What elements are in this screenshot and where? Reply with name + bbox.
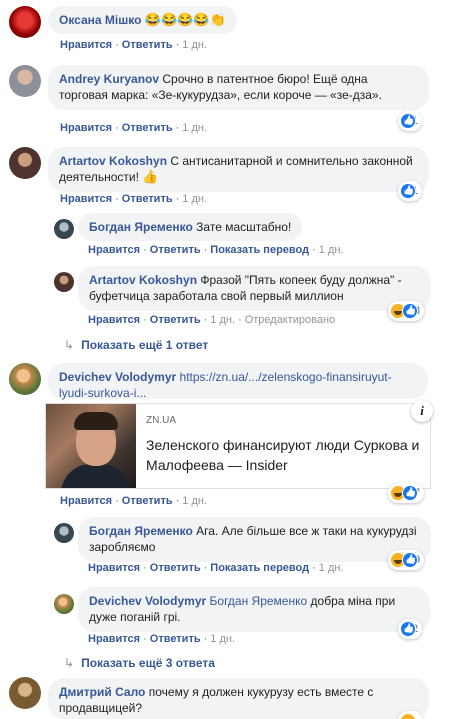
comment-author[interactable]: Devichev Volodymyr — [89, 594, 206, 608]
comment-actions: Нравится · Ответить · 1 дн. — [60, 39, 208, 51]
show-more-replies-label: Показать ещё 1 ответ — [81, 338, 209, 352]
avatar[interactable] — [9, 363, 41, 395]
timestamp[interactable]: 1 дн. — [319, 562, 344, 574]
reply-arrow-icon: ↳ — [64, 338, 75, 352]
like-button[interactable]: Нравится — [60, 495, 112, 507]
comment-author[interactable]: Artartov Kokoshyn — [89, 273, 197, 287]
info-icon[interactable]: i — [411, 400, 433, 422]
translate-button[interactable]: Показать перевод — [210, 562, 309, 574]
show-more-replies-link[interactable]: ↳ Показать ещё 1 ответ — [64, 338, 208, 352]
avatar[interactable] — [54, 523, 74, 543]
link-domain: ZN.UA — [146, 415, 176, 426]
comment-author[interactable]: Andrey Kuryanov — [59, 72, 159, 86]
reply-button[interactable]: Ответить — [122, 39, 173, 51]
reaction-summary[interactable]: 1 — [398, 111, 423, 131]
reply-bubble: Богдан Яременко Ага. Але більше все ж та… — [78, 517, 431, 562]
translate-button[interactable]: Показать перевод — [210, 244, 309, 256]
like-button[interactable]: Нравится — [60, 193, 112, 205]
like-reaction-icon — [402, 552, 418, 568]
reply-button[interactable]: Ответить — [122, 122, 173, 134]
like-button[interactable]: Нравится — [88, 244, 140, 256]
reply-button[interactable]: Ответить — [122, 495, 173, 507]
comment-actions: Нравится · Ответить · 1 дн. — [88, 633, 236, 645]
mention-link[interactable]: Богдан Яременко — [210, 594, 308, 608]
comment-author[interactable]: Богдан Яременко — [89, 220, 193, 234]
comment-actions: Нравится · Ответить · 1 дн. · Отредактировано — [88, 314, 336, 326]
like-button[interactable]: Нравится — [60, 122, 112, 134]
like-reaction-icon — [402, 485, 418, 501]
timestamp[interactable]: 1 дн. — [319, 244, 344, 256]
reply-button[interactable]: Ответить — [150, 562, 201, 574]
link-title: Зеленского финансируют люди Суркова и Ма… — [146, 437, 420, 473]
comment-text: Зате масштабно! — [196, 220, 292, 234]
reply-bubble: Artartov Kokoshyn Фразой "Пять копеек бу… — [78, 266, 431, 311]
like-reaction-icon — [400, 113, 416, 129]
timestamp[interactable]: 1 дн. — [182, 193, 207, 205]
timestamp[interactable]: 1 дн. — [182, 39, 207, 51]
like-reaction-icon — [400, 621, 416, 637]
comment-actions: Нравится · Ответить · 1 дн. — [60, 495, 208, 507]
timestamp[interactable]: 1 дн. — [210, 633, 235, 645]
reaction-summary[interactable]: 9 — [388, 550, 425, 570]
comment-author[interactable]: Оксана Мішко — [59, 13, 141, 27]
show-more-replies-label: Показать ещё 3 ответа — [81, 656, 215, 670]
reply-button[interactable]: Ответить — [150, 633, 201, 645]
avatar[interactable] — [54, 272, 74, 292]
like-reaction-icon — [400, 183, 416, 199]
avatar[interactable] — [9, 6, 41, 38]
link-preview-card[interactable]: ZN.UA Зеленского финансируют люди Сурков… — [45, 403, 431, 489]
like-button[interactable]: Нравится — [88, 314, 140, 326]
laughing-emoji-icon: 😂😂😂😂👏 — [144, 12, 226, 27]
show-more-replies-link[interactable]: ↳ Показать ещё 3 ответа — [64, 656, 215, 670]
reply-bubble: Богдан Яременко Зате масштабно! — [78, 213, 303, 241]
avatar[interactable] — [54, 594, 74, 614]
like-button[interactable]: Нравится — [60, 39, 112, 51]
comment-author[interactable]: Дмитрий Сало — [59, 685, 145, 699]
comment-bubble: Artartov Kokoshyn С антисанитарной и сом… — [48, 147, 429, 192]
haha-reaction-icon — [400, 713, 416, 719]
comment-actions: Нравится · Ответить · Показать перевод · 1 дн. — [88, 562, 344, 574]
comment-bubble: Andrey Kuryanov Срочно в патентное бюро!… — [48, 65, 429, 110]
timestamp[interactable]: 1 дн. — [210, 314, 235, 326]
reaction-summary[interactable]: 3 — [388, 301, 425, 321]
reaction-summary[interactable]: 1 — [398, 181, 423, 201]
comment-author[interactable]: Artartov Kokoshyn — [59, 154, 167, 168]
reply-bubble: Devichev Volodymyr Богдан Яременко добра… — [78, 587, 430, 632]
comment-bubble: Оксана Мішко 😂😂😂😂👏 — [48, 6, 237, 34]
avatar[interactable] — [9, 147, 41, 179]
comment-author[interactable]: Богдан Яременко — [89, 524, 193, 538]
comment-actions: Нравится · Ответить · Показать перевод · 1 дн. — [88, 244, 344, 256]
timestamp[interactable]: 1 дн. — [182, 122, 207, 134]
thumbs-up-emoji-icon: 👍 — [142, 169, 159, 184]
comment-author[interactable]: Devichev Volodymyr — [59, 370, 176, 384]
timestamp[interactable]: 1 дн. — [182, 495, 207, 507]
avatar[interactable] — [9, 65, 41, 97]
like-reaction-icon — [402, 303, 418, 319]
avatar[interactable] — [54, 219, 74, 239]
reaction-summary[interactable]: 7 — [388, 483, 425, 503]
edited-label[interactable]: Отредактировано — [245, 314, 336, 326]
like-button[interactable]: Нравится — [88, 633, 140, 645]
like-button[interactable]: Нравится — [88, 562, 140, 574]
reply-button[interactable]: Ответить — [150, 314, 201, 326]
link-thumbnail — [46, 404, 136, 488]
comment-actions: Нравится · Ответить · 1 дн. — [60, 122, 208, 134]
comment-actions: Нравится · Ответить · 1 дн. — [60, 193, 208, 205]
comment-bubble: Devichev Volodymyr https://zn.ua/.../zel… — [48, 363, 428, 400]
comment-bubble: Дмитрий Сало почему я должен кукурузу ес… — [48, 678, 429, 719]
reply-button[interactable]: Ответить — [122, 193, 173, 205]
reply-button[interactable]: Ответить — [150, 244, 201, 256]
avatar[interactable] — [9, 677, 41, 709]
reply-arrow-icon: ↳ — [64, 656, 75, 670]
reaction-summary[interactable]: 2 — [398, 619, 423, 639]
